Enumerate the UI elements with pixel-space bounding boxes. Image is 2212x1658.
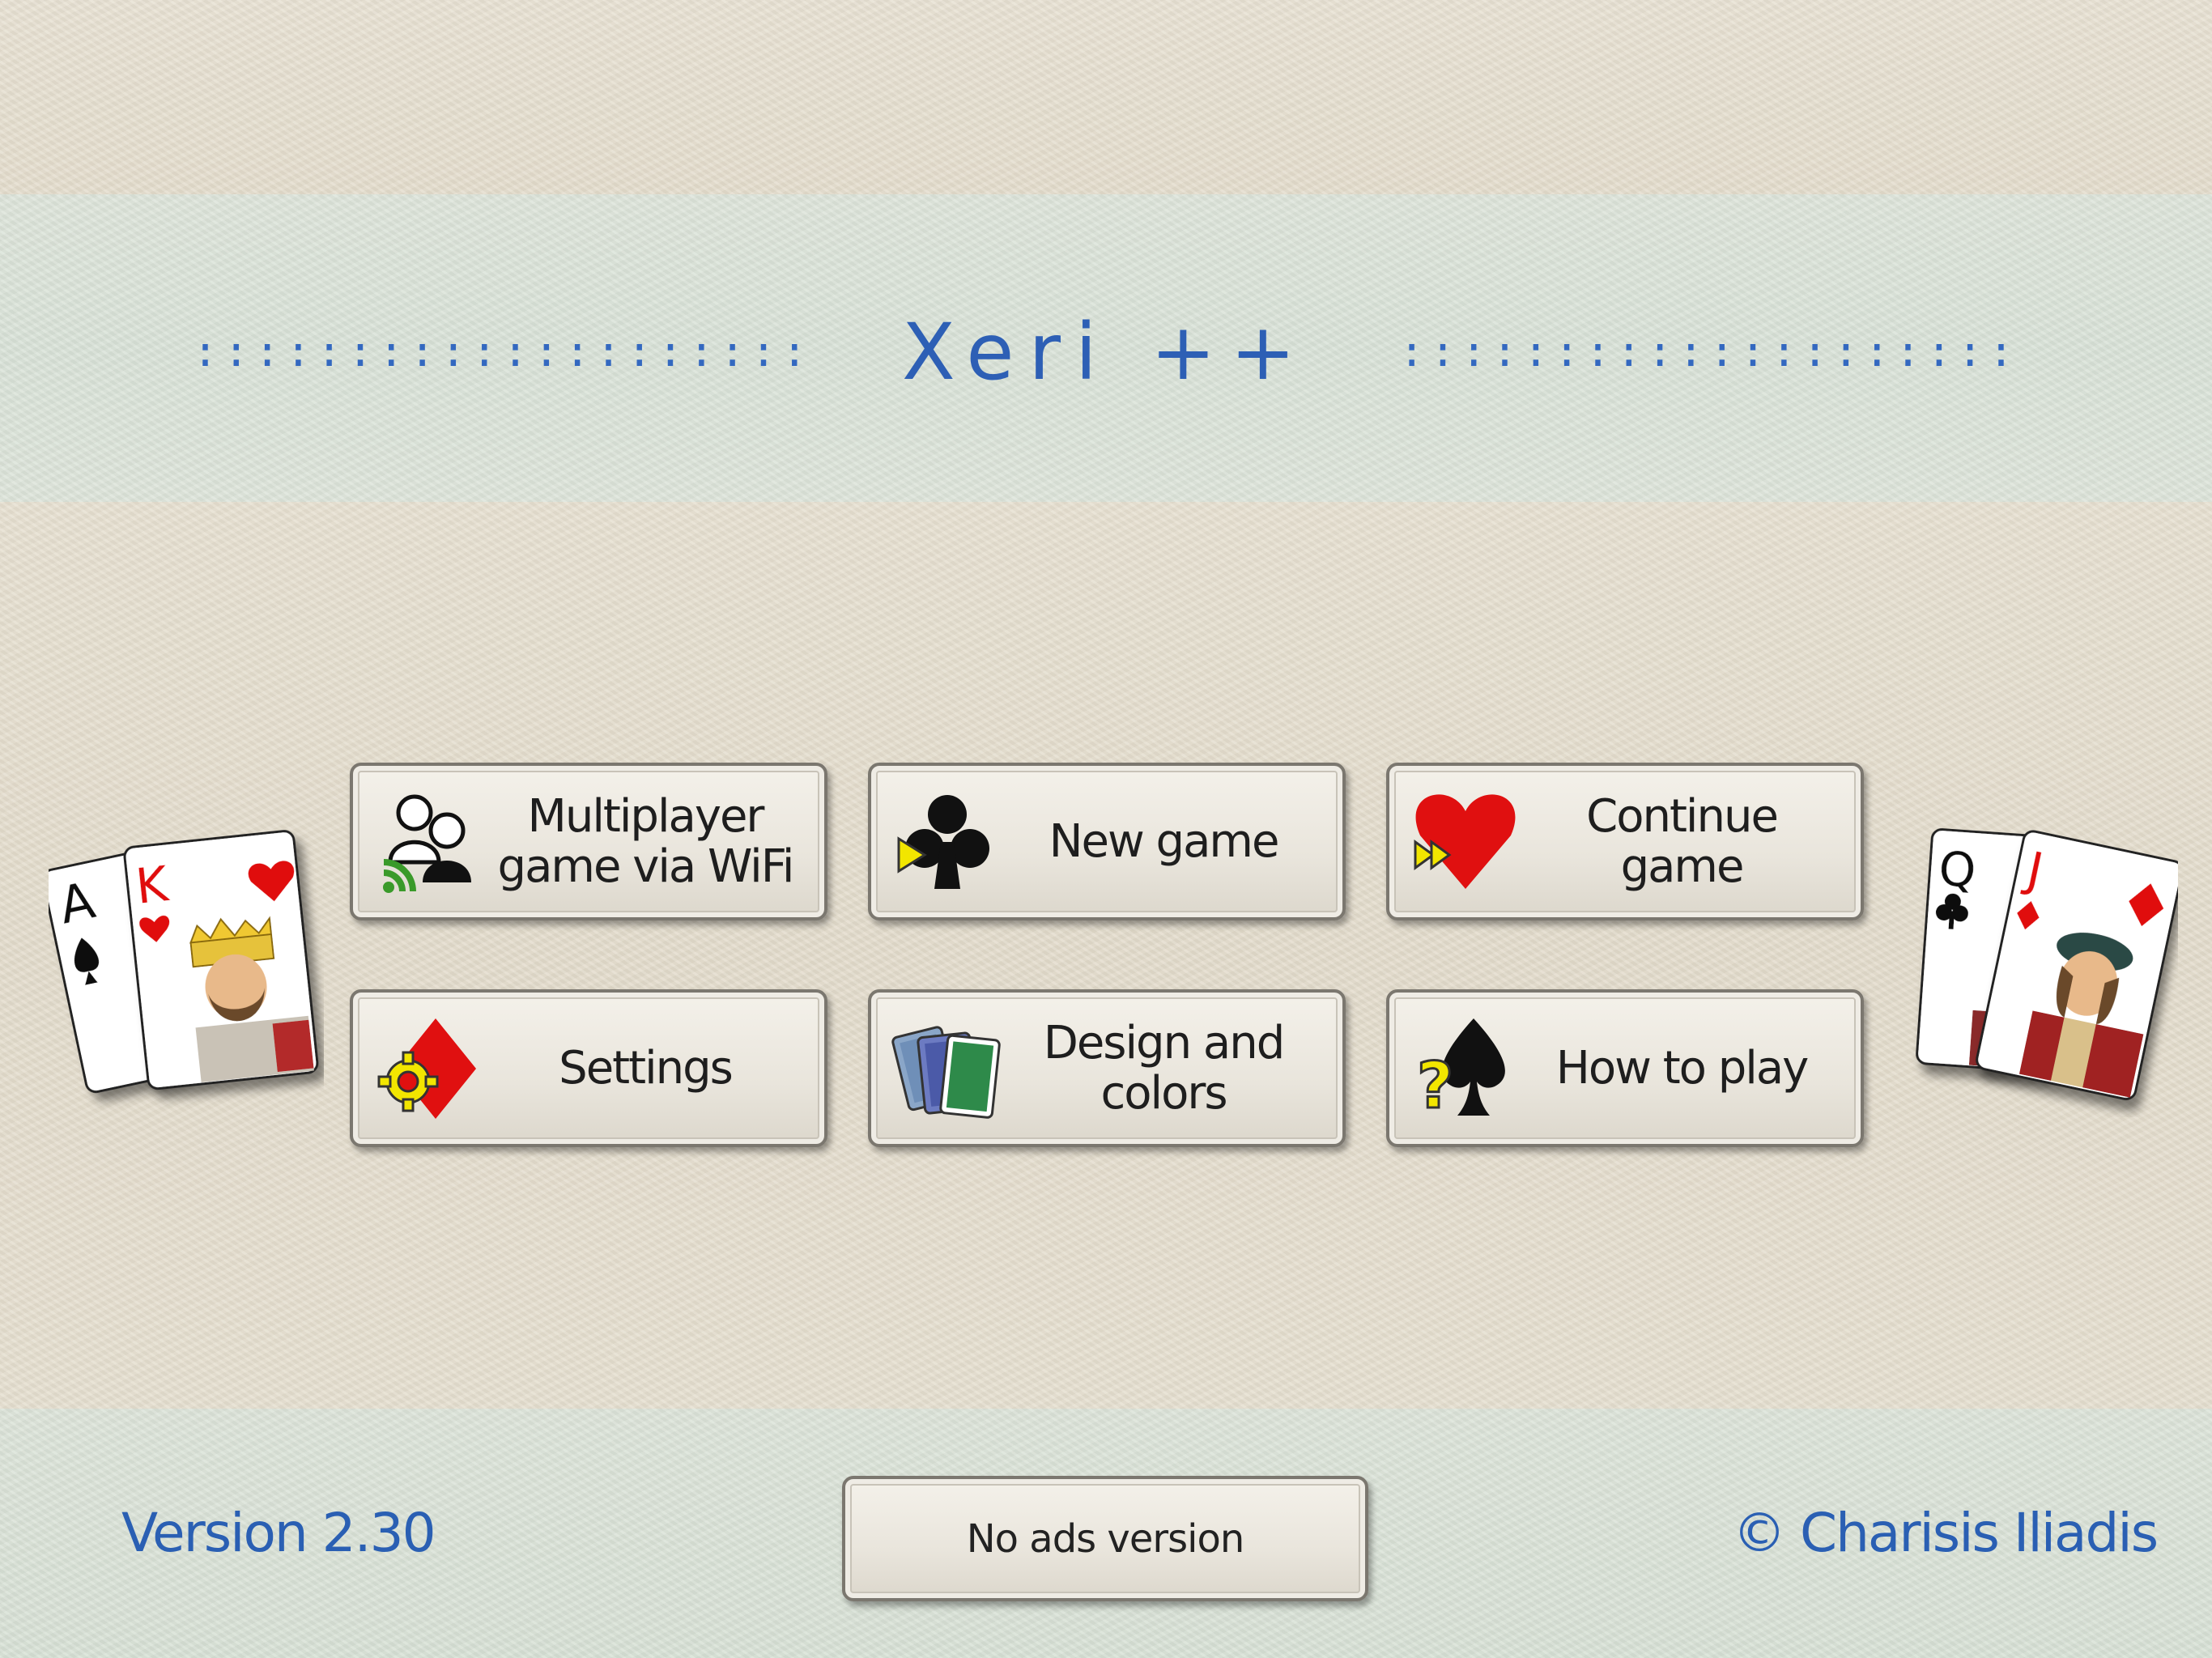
card-king-hearts: K [123,830,319,1090]
new-game-button[interactable]: New game [868,763,1346,920]
design-colors-button[interactable]: Design and colors [868,989,1346,1147]
heart-fast-forward-icon [1414,794,1516,889]
title-row: :::::::::::::::::::: Xeri ++ :::::::::::… [0,307,2212,397]
app-title: Xeri ++ [901,307,1311,397]
svg-text:Q: Q [1937,841,1977,899]
copyright-text: © Charisis Iliadis [1733,1502,2159,1564]
multiplayer-label: Multiplayer game via WiFi [497,789,795,893]
background-top [0,0,2212,194]
no-ads-label: No ads version [966,1516,1244,1562]
diamond-gear-icon [377,1018,476,1119]
how-to-play-button[interactable]: ? How to play [1386,989,1864,1147]
continue-game-label: Continue game [1586,789,1779,893]
title-dots-right: :::::::::::::::::::: [1399,328,2020,376]
multiplayer-wifi-icon [383,794,471,893]
spade-question-icon: ? [1416,1018,1505,1124]
ace-king-cards-icon: A K [41,830,319,1094]
multiplayer-wifi-button[interactable]: Multiplayer game via WiFi [350,763,827,920]
right-cards-decoration: Q J [1911,810,2184,1117]
queen-jack-cards-icon: Q J [1916,828,2184,1100]
no-ads-version-button[interactable]: No ads version [842,1476,1368,1601]
version-text: Version 2.30 [121,1502,436,1564]
svg-text:?: ? [1417,1050,1453,1123]
design-colors-label: Design and colors [1043,1016,1286,1120]
title-dots-left: :::::::::::::::::::: [192,328,813,376]
settings-label: Settings [559,1041,734,1095]
settings-button[interactable]: Settings [350,989,827,1147]
new-game-label: New game [1049,814,1280,868]
club-play-icon [897,795,989,889]
how-to-play-label: How to play [1555,1041,1810,1095]
background-middle [0,502,2212,1409]
continue-game-button[interactable]: Continue game [1386,763,1864,920]
card-backs-icon [891,1026,1001,1119]
left-cards-decoration: A K [41,814,324,1121]
